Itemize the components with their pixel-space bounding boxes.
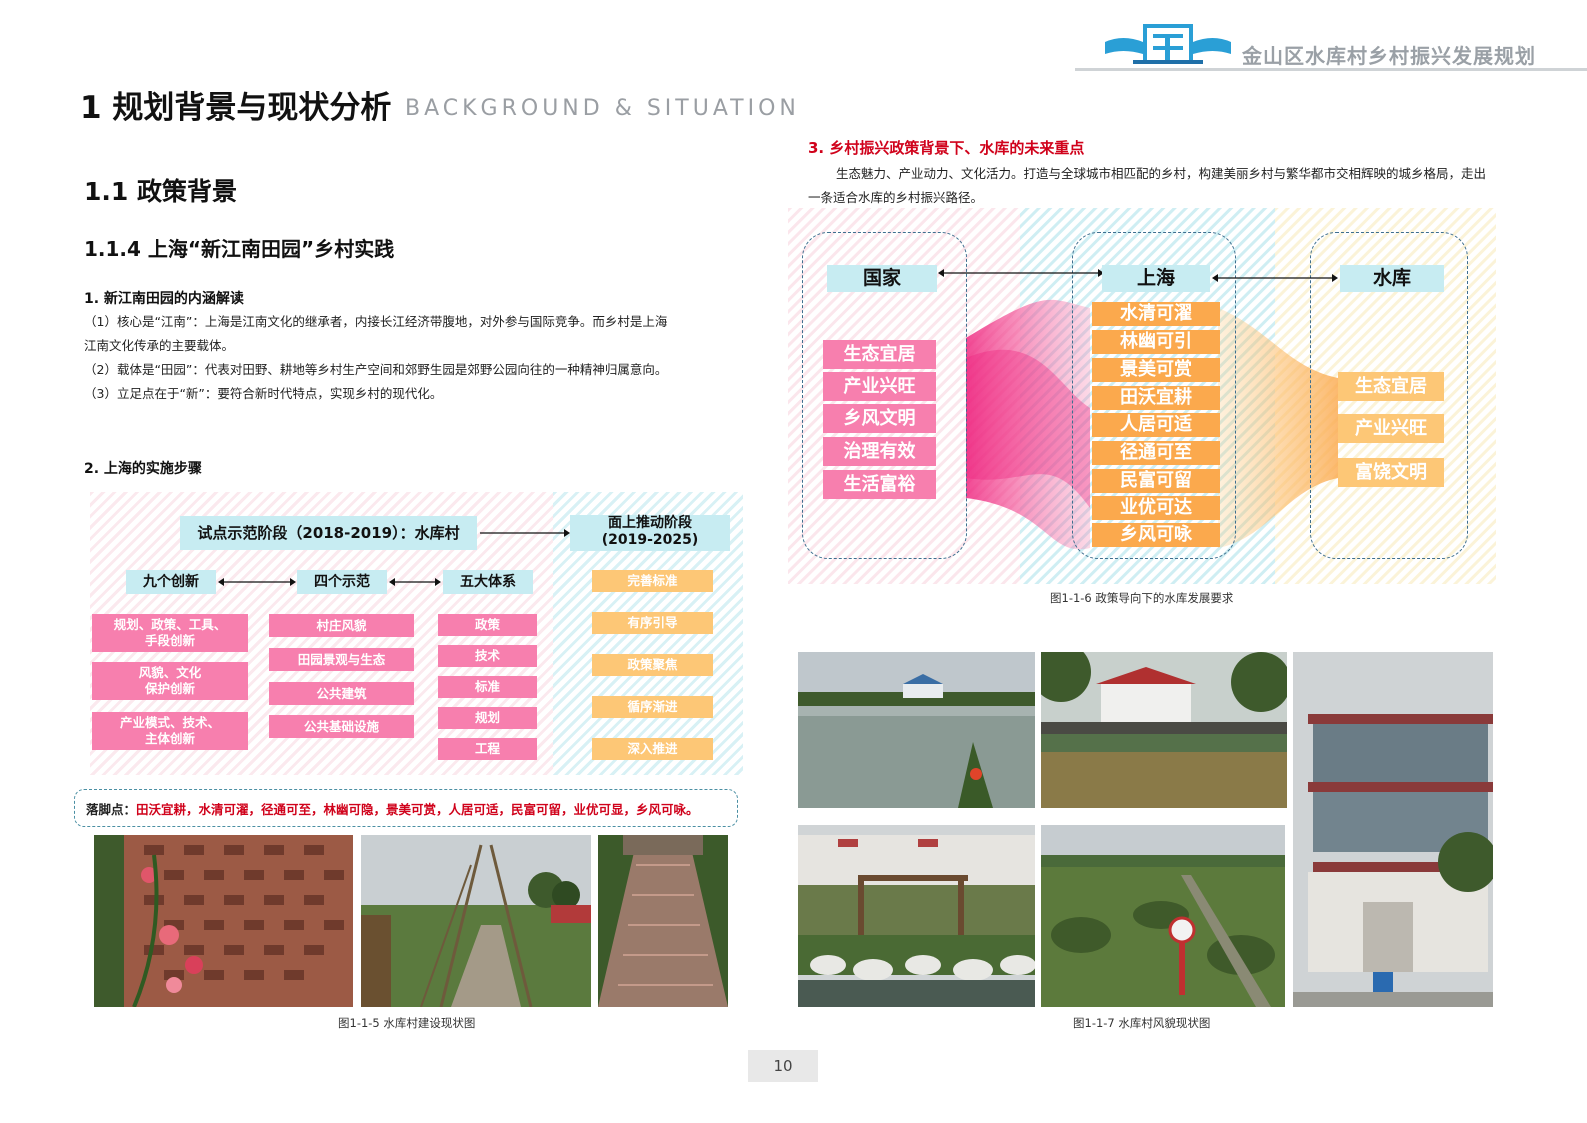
double-arrow	[389, 578, 441, 586]
demo-item: 村庄风貌	[269, 614, 414, 637]
step-item: 有序引导	[592, 612, 713, 634]
innovation-line: 手段创新	[144, 633, 195, 648]
innovation-line: 保护创新	[144, 681, 195, 696]
reservoir-item: 富饶文明	[1338, 458, 1444, 487]
header-divider	[1075, 68, 1587, 71]
double-arrow	[938, 269, 1104, 277]
innovation-line: 主体创新	[144, 731, 195, 746]
brand-logo	[1103, 20, 1233, 68]
pilot-stage-box: 试点示范阶段（2018-2019）：水库村	[180, 516, 477, 550]
rollout-line: (2019-2025)	[601, 532, 699, 548]
country-item: 产业兴旺	[823, 372, 936, 401]
header-title: 金山区水库村乡村振兴发展规划	[1242, 44, 1536, 68]
double-arrow	[218, 578, 296, 586]
country-label: 国家	[827, 265, 937, 292]
reservoir-item: 产业兴旺	[1338, 414, 1444, 443]
shanghai-item: 田沃宜耕	[1092, 386, 1220, 410]
shanghai-item: 乡风可咏	[1092, 523, 1220, 547]
caption-fig6: 图1-1-6 政策导向下的水库发展要求	[1050, 591, 1234, 605]
shanghai-item: 人居可适	[1092, 413, 1220, 437]
demo-item: 公共建筑	[269, 682, 414, 705]
part3-text: 生态魅力、产业动力、文化活力。打造与全球城市相匹配的乡村，构建美丽乡村与繁华都市…	[808, 166, 1487, 205]
shanghai-item: 景美可赏	[1092, 358, 1220, 382]
footnote-label: 落脚点：	[86, 802, 137, 817]
caption-fig7: 图1-1-7 水库村风貌现状图	[1073, 1016, 1211, 1030]
page-title: 1 规划背景与现状分析	[80, 90, 392, 126]
photo-village-house	[1293, 652, 1493, 1007]
photo-stone-garden	[798, 825, 1035, 1007]
shanghai-item: 民富可留	[1092, 469, 1220, 493]
photo-brick-path	[598, 835, 728, 1007]
system-item: 规划	[438, 707, 537, 729]
rollout-line: 面上推动阶段	[608, 515, 692, 531]
footnote-items: 田沃宜耕，水清可濯，径通可至，林幽可隐，景美可赏，人居可适，民富可留，业优可显，…	[136, 802, 699, 817]
reservoir-item: 生态宜居	[1338, 372, 1444, 401]
innovation-line: 风貌、文化	[138, 665, 202, 680]
innovation-line: 规划、政策、工具、	[113, 617, 227, 632]
shanghai-item: 径通可至	[1092, 441, 1220, 465]
page-number: 10	[748, 1050, 818, 1082]
double-arrow	[1212, 274, 1338, 282]
country-item: 治理有效	[823, 437, 936, 466]
demo-item: 公共基础设施	[269, 715, 414, 738]
part1-line: 江南文化传承的主要载体。	[84, 338, 235, 353]
caption-fig5: 图1-1-5 水库村建设现状图	[338, 1016, 476, 1030]
part1-line: （2）载体是“田园”：代表对田野、耕地等乡村生产空间和郊野生园是郊野公园向往的一…	[84, 362, 668, 377]
step-item: 循序渐进	[592, 696, 713, 718]
part1-line: （3）立足点在于“新”：要符合新时代特点，实现乡村的现代化。	[84, 386, 443, 401]
col-head-innovations: 九个创新	[126, 570, 216, 594]
shanghai-item: 业优可达	[1092, 496, 1220, 520]
country-item: 生态宜居	[823, 340, 936, 369]
system-item: 技术	[438, 645, 537, 667]
step-item: 深入推进	[592, 738, 713, 760]
innovation-item: 产业模式、技术、 主体创新	[92, 712, 248, 750]
part1-text: （1）核心是“江南”：上海是江南文化的继承者，内接长江经济带腹地，对外参与国际竞…	[84, 310, 734, 406]
footnote: 落脚点：田沃宜耕，水清可濯，径通可至，林幽可隐，景美可赏，人居可适，民富可留，业…	[86, 799, 699, 818]
photo-vegetable-field	[1041, 825, 1285, 1007]
subsection-title: 1.1.4 上海“新江南田园”乡村实践	[84, 237, 395, 261]
innovation-item: 风貌、文化 保护创新	[92, 662, 248, 700]
step-item: 政策聚焦	[592, 654, 713, 676]
part2-heading: 2. 上海的实施步骤	[84, 461, 202, 477]
part3-heading: 3. 乡村振兴政策背景下、水库的未来重点	[808, 139, 1085, 157]
country-item: 生活富裕	[823, 470, 936, 499]
system-item: 标准	[438, 676, 537, 698]
part1-line: （1）核心是“江南”：上海是江南文化的继承者，内接长江经济带腹地，对外参与国际竞…	[84, 314, 668, 329]
reservoir-label: 水库	[1340, 265, 1444, 292]
photo-garden-path	[361, 835, 591, 1007]
photo-riverside-house	[1041, 652, 1287, 808]
step-item: 完善标准	[592, 570, 713, 592]
rollout-stage-box: 面上推动阶段 (2019-2025)	[570, 515, 730, 551]
shanghai-label: 上海	[1102, 265, 1210, 292]
part1-heading: 1. 新江南田园的内涵解读	[84, 291, 244, 307]
shanghai-item: 林幽可引	[1092, 330, 1220, 354]
col-head-demos: 四个示范	[297, 570, 387, 594]
country-item: 乡风文明	[823, 404, 936, 433]
demo-item: 田园景观与生态	[269, 648, 414, 671]
pilot-arrow	[480, 529, 570, 537]
col-head-systems: 五大体系	[443, 570, 533, 594]
system-item: 工程	[438, 738, 537, 760]
photo-lake	[798, 652, 1035, 808]
page-subtitle: BACKGROUND & SITUATION	[405, 96, 800, 121]
section-title: 1.1 政策背景	[84, 177, 237, 206]
innovation-item: 规划、政策、工具、 手段创新	[92, 614, 248, 652]
system-item: 政策	[438, 614, 537, 636]
shanghai-item: 水清可濯	[1092, 302, 1220, 326]
innovation-line: 产业模式、技术、	[119, 715, 220, 730]
photo-brick-wall-roses	[94, 835, 353, 1007]
